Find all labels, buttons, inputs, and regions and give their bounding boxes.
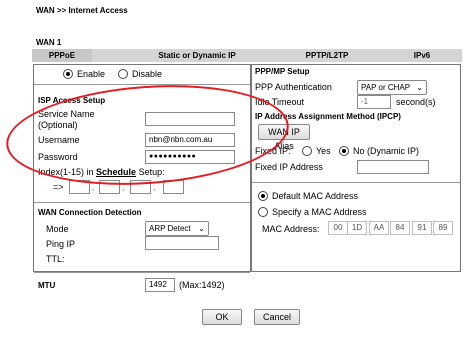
ttl-label: TTL: bbox=[46, 254, 65, 264]
password-label: Password bbox=[38, 152, 78, 162]
schedule-index-3-input[interactable] bbox=[130, 180, 151, 194]
index-sep: , bbox=[153, 183, 156, 192]
mac-octet-2[interactable]: 1D bbox=[347, 221, 367, 235]
fixed-ip-address-input[interactable] bbox=[357, 160, 429, 174]
mac-octet-6[interactable]: 89 bbox=[433, 221, 453, 235]
isp-access-setup-header: ISP Access Setup bbox=[38, 96, 106, 105]
schedule-index-4-input[interactable] bbox=[163, 180, 184, 194]
schedule-index-2-input[interactable] bbox=[99, 180, 120, 194]
specify-mac-label: Specify a MAC Address bbox=[272, 207, 367, 217]
wan-ip-alias-button[interactable]: WAN IP Alias bbox=[258, 124, 310, 151]
ppp-authentication-select[interactable]: PAP or CHAP ⌄ bbox=[357, 80, 427, 95]
index-arrow: => bbox=[53, 182, 64, 192]
divider bbox=[34, 202, 250, 203]
ping-ip-input[interactable] bbox=[145, 236, 219, 250]
idle-timeout-unit: second(s) bbox=[396, 97, 436, 107]
mtu-input[interactable]: 1492 bbox=[145, 278, 175, 292]
password-input[interactable]: ●●●●●●●●●● bbox=[145, 150, 235, 164]
ipcp-header: IP Address Assignment Method (IPCP) bbox=[255, 112, 401, 121]
tab-bar: PPPoE Static or Dynamic IP PPTP/L2TP IPv… bbox=[32, 49, 462, 62]
ppp-mp-setup-header: PPP/MP Setup bbox=[255, 67, 310, 76]
mode-select[interactable]: ARP Detect ⌄ bbox=[145, 221, 209, 236]
service-name-optional-label: (Optional) bbox=[38, 120, 78, 130]
mac-octet-3[interactable]: AA bbox=[369, 221, 389, 235]
disable-radio[interactable] bbox=[118, 69, 128, 79]
chevron-down-icon: ⌄ bbox=[198, 224, 205, 233]
index-label-suffix: Setup: bbox=[138, 167, 165, 177]
mode-label: Mode bbox=[46, 224, 69, 234]
mac-address-label: MAC Address: bbox=[262, 224, 320, 234]
mtu-label: MTU bbox=[38, 281, 56, 290]
enable-label: Enable bbox=[77, 69, 106, 79]
index-sep: , bbox=[92, 183, 95, 192]
tab-static-dynamic-ip[interactable]: Static or Dynamic IP bbox=[132, 49, 262, 62]
idle-timeout-input[interactable]: -1 bbox=[357, 95, 391, 109]
mode-select-value: ARP Detect bbox=[149, 224, 191, 233]
divider bbox=[34, 272, 250, 273]
ppp-authentication-value: PAP or CHAP bbox=[361, 83, 411, 92]
username-input[interactable]: nbn@nbn.com.au bbox=[145, 133, 235, 147]
fixed-ip-yes-label: Yes bbox=[316, 146, 331, 156]
ppp-authentication-label: PPP Authentication bbox=[255, 82, 332, 92]
service-name-input[interactable] bbox=[145, 112, 235, 126]
username-label: Username bbox=[38, 135, 80, 145]
tab-ipv6[interactable]: IPv6 bbox=[392, 49, 452, 62]
mac-octet-4[interactable]: 84 bbox=[390, 221, 410, 235]
index-sep: , bbox=[122, 183, 125, 192]
enable-radio[interactable] bbox=[63, 69, 73, 79]
chevron-down-icon: ⌄ bbox=[416, 83, 423, 92]
index-label: Index(1-15) in Schedule Setup: bbox=[38, 167, 165, 177]
schedule-link[interactable]: Schedule bbox=[96, 167, 136, 177]
service-name-label: Service Name bbox=[38, 109, 95, 119]
ping-ip-label: Ping IP bbox=[46, 239, 76, 249]
idle-timeout-label: Idle Timeout bbox=[255, 97, 305, 107]
mac-octet-1[interactable]: 00 bbox=[328, 221, 348, 235]
fixed-ip-address-label: Fixed IP Address bbox=[255, 162, 323, 172]
disable-label: Disable bbox=[132, 69, 163, 79]
section-title: WAN 1 bbox=[36, 38, 62, 47]
mtu-max-label: (Max:1492) bbox=[179, 280, 225, 290]
fixed-ip-label: Fixed IP: bbox=[255, 146, 291, 156]
tab-pptp-l2tp[interactable]: PPTP/L2TP bbox=[277, 49, 377, 62]
tab-pppoe[interactable]: PPPoE bbox=[32, 49, 92, 62]
fixed-ip-no-label: No (Dynamic IP) bbox=[353, 146, 420, 156]
specify-mac-radio[interactable] bbox=[258, 207, 268, 217]
index-label-prefix: Index(1-15) in bbox=[38, 167, 94, 177]
mac-octet-5[interactable]: 91 bbox=[412, 221, 432, 235]
breadcrumb: WAN >> Internet Access bbox=[36, 6, 128, 15]
cancel-button[interactable]: Cancel bbox=[254, 309, 300, 325]
fixed-ip-yes-radio[interactable] bbox=[302, 146, 312, 156]
divider bbox=[252, 182, 460, 183]
ok-button[interactable]: OK bbox=[202, 309, 242, 325]
schedule-index-1-input[interactable] bbox=[69, 180, 90, 194]
wan-connection-detection-header: WAN Connection Detection bbox=[38, 208, 142, 217]
fixed-ip-no-radio[interactable] bbox=[339, 146, 349, 156]
default-mac-label: Default MAC Address bbox=[272, 191, 359, 201]
divider bbox=[34, 84, 250, 85]
default-mac-radio[interactable] bbox=[258, 191, 268, 201]
